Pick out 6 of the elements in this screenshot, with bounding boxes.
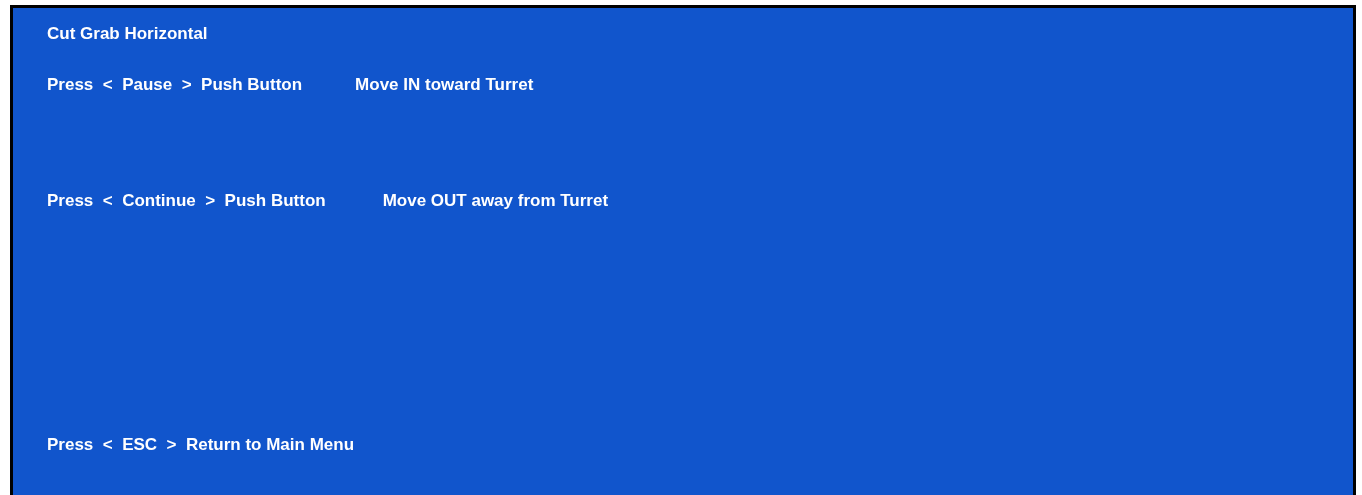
action-description: Move IN toward Turret [355, 75, 534, 95]
screen-title: Cut Grab Horizontal [47, 24, 208, 44]
action-description: Move OUT away from Turret [382, 191, 609, 211]
key-instruction: Press < ESC > Return to Main Menu [47, 435, 354, 455]
key-instruction: Press < Continue > Push Button [47, 191, 326, 211]
key-instruction: Press < Pause > Push Button [47, 75, 303, 95]
